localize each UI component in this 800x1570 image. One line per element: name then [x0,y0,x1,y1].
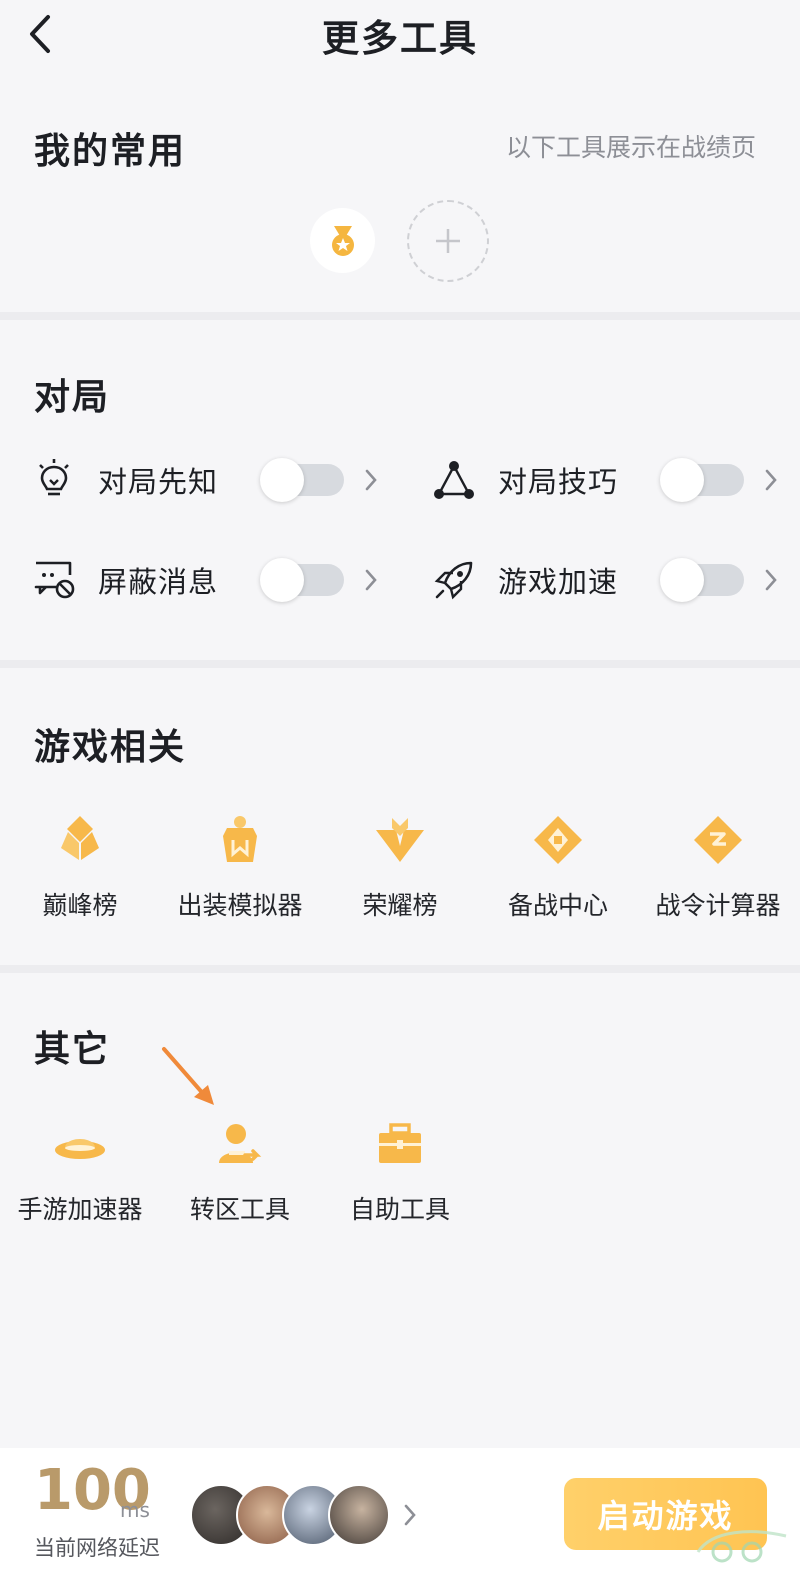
switch-knob [260,558,304,602]
toolbox-icon [372,1116,428,1172]
chevron-right-icon[interactable] [364,466,380,494]
top-bar: 更多工具 [0,0,800,70]
chevron-right-icon[interactable] [403,1503,417,1531]
user-transfer-icon [212,1116,268,1172]
toggle-label: 对局先知 [98,465,219,499]
match-title: 对局 [34,377,111,418]
friend-avatars[interactable] [190,1484,410,1548]
toggle-switch[interactable] [660,458,744,502]
plus-icon [436,229,460,253]
tool-peak-rank[interactable]: 巅峰榜 [0,812,160,922]
favorites-title: 我的常用 [34,131,187,172]
tool-prep-center[interactable]: 备战中心 [478,812,638,922]
network-latency-label: 当前网络延迟 [34,1536,160,1560]
chevron-right-icon[interactable] [764,566,780,594]
glory-rank-icon [372,812,428,868]
tool-label: 备战中心 [507,891,608,920]
chevron-right-icon[interactable] [764,466,780,494]
toggle-label: 游戏加速 [498,565,619,599]
toggle-switch[interactable] [260,558,344,602]
triangle-nodes-icon [432,458,476,502]
switch-knob [660,458,704,502]
tool-mobile-accelerator[interactable]: 手游加速器 [0,1116,160,1226]
toggle-switch[interactable] [260,458,344,502]
section-divider [0,660,800,668]
network-latency-unit: ms [120,1498,150,1522]
tool-self-service[interactable]: 自助工具 [320,1116,480,1226]
message-block-icon [32,558,76,602]
toggle-label: 对局技巧 [498,465,619,499]
chevron-left-icon [30,15,50,53]
toggle-match-preview[interactable]: 对局先知 [32,450,380,510]
tool-label: 手游加速器 [17,1195,143,1224]
favorite-tool-medal[interactable] [310,208,375,273]
favorites-hint: 以下工具展示在战绩页 [505,133,756,162]
game-title: 游戏相关 [34,727,187,768]
avatar [328,1484,390,1546]
tool-label: 荣耀榜 [362,891,438,920]
tool-label: 转区工具 [189,1195,290,1224]
tool-label: 自助工具 [349,1195,450,1224]
page-title: 更多工具 [322,17,478,60]
tool-server-transfer[interactable]: 转区工具 [160,1116,320,1226]
lightbulb-icon [32,458,76,502]
rocket-icon [432,558,476,602]
tool-label: 出装模拟器 [177,891,303,920]
annotation-arrow [158,1045,222,1115]
others-title: 其它 [34,1029,111,1070]
tool-label: 巅峰榜 [42,891,118,920]
back-button[interactable] [28,12,68,56]
section-divider [0,965,800,973]
prep-center-icon [530,812,586,868]
section-divider [0,312,800,320]
toggle-switch[interactable] [660,558,744,602]
pass-calculator-icon [690,812,746,868]
tool-glory-rank[interactable]: 荣耀榜 [320,812,480,922]
watermark-logo [692,1522,792,1566]
ufo-accelerator-icon [52,1116,108,1172]
toggle-block-messages[interactable]: 屏蔽消息 [32,550,380,610]
tool-equipment-simulator[interactable]: 出装模拟器 [160,812,320,922]
chevron-right-icon[interactable] [364,566,380,594]
switch-knob [260,458,304,502]
toggle-match-tips[interactable]: 对局技巧 [432,450,780,510]
toggle-game-boost[interactable]: 游戏加速 [432,550,780,610]
medal-icon [331,225,354,256]
switch-knob [660,558,704,602]
bottom-bar: 100 ms 当前网络延迟 启动游戏 [0,1448,800,1570]
tool-label: 战令计算器 [655,891,781,920]
add-favorite-button[interactable] [407,200,489,282]
equipment-sim-icon [212,812,268,868]
peak-rank-icon [52,812,108,868]
tool-pass-calculator[interactable]: 战令计算器 [638,812,798,922]
toggle-label: 屏蔽消息 [98,565,219,599]
